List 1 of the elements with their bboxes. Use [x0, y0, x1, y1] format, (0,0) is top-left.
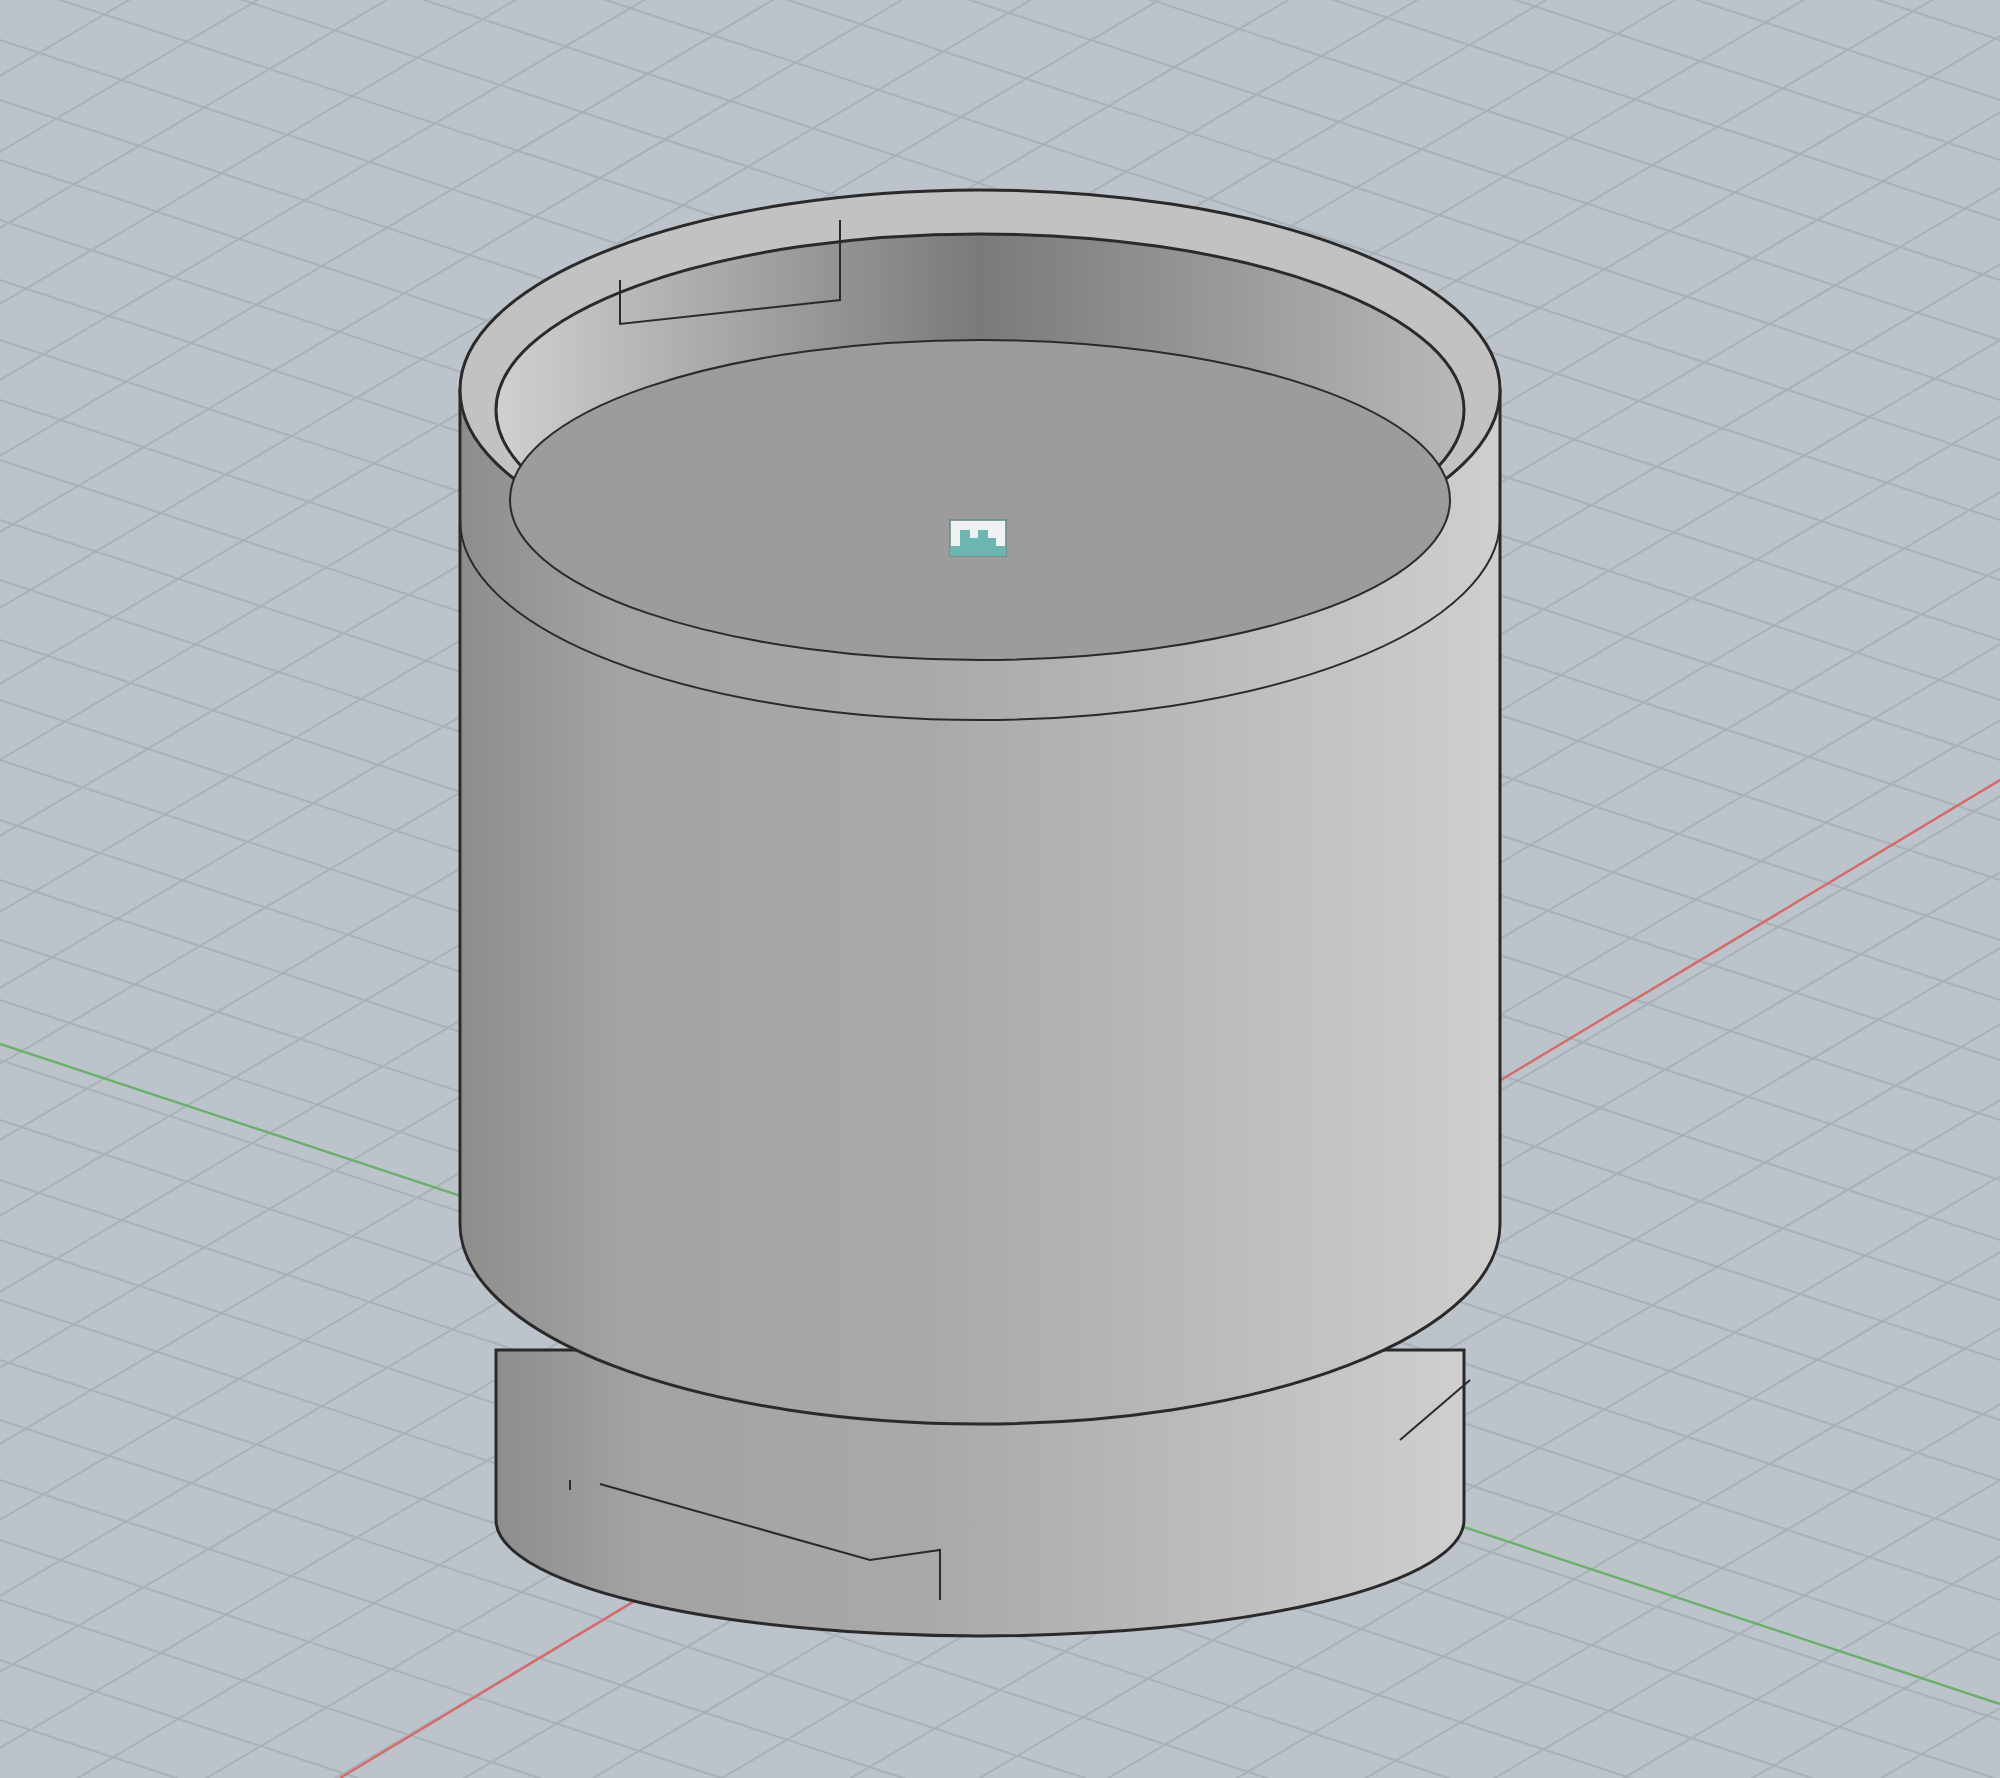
component-marker-icon[interactable] — [949, 519, 1007, 557]
